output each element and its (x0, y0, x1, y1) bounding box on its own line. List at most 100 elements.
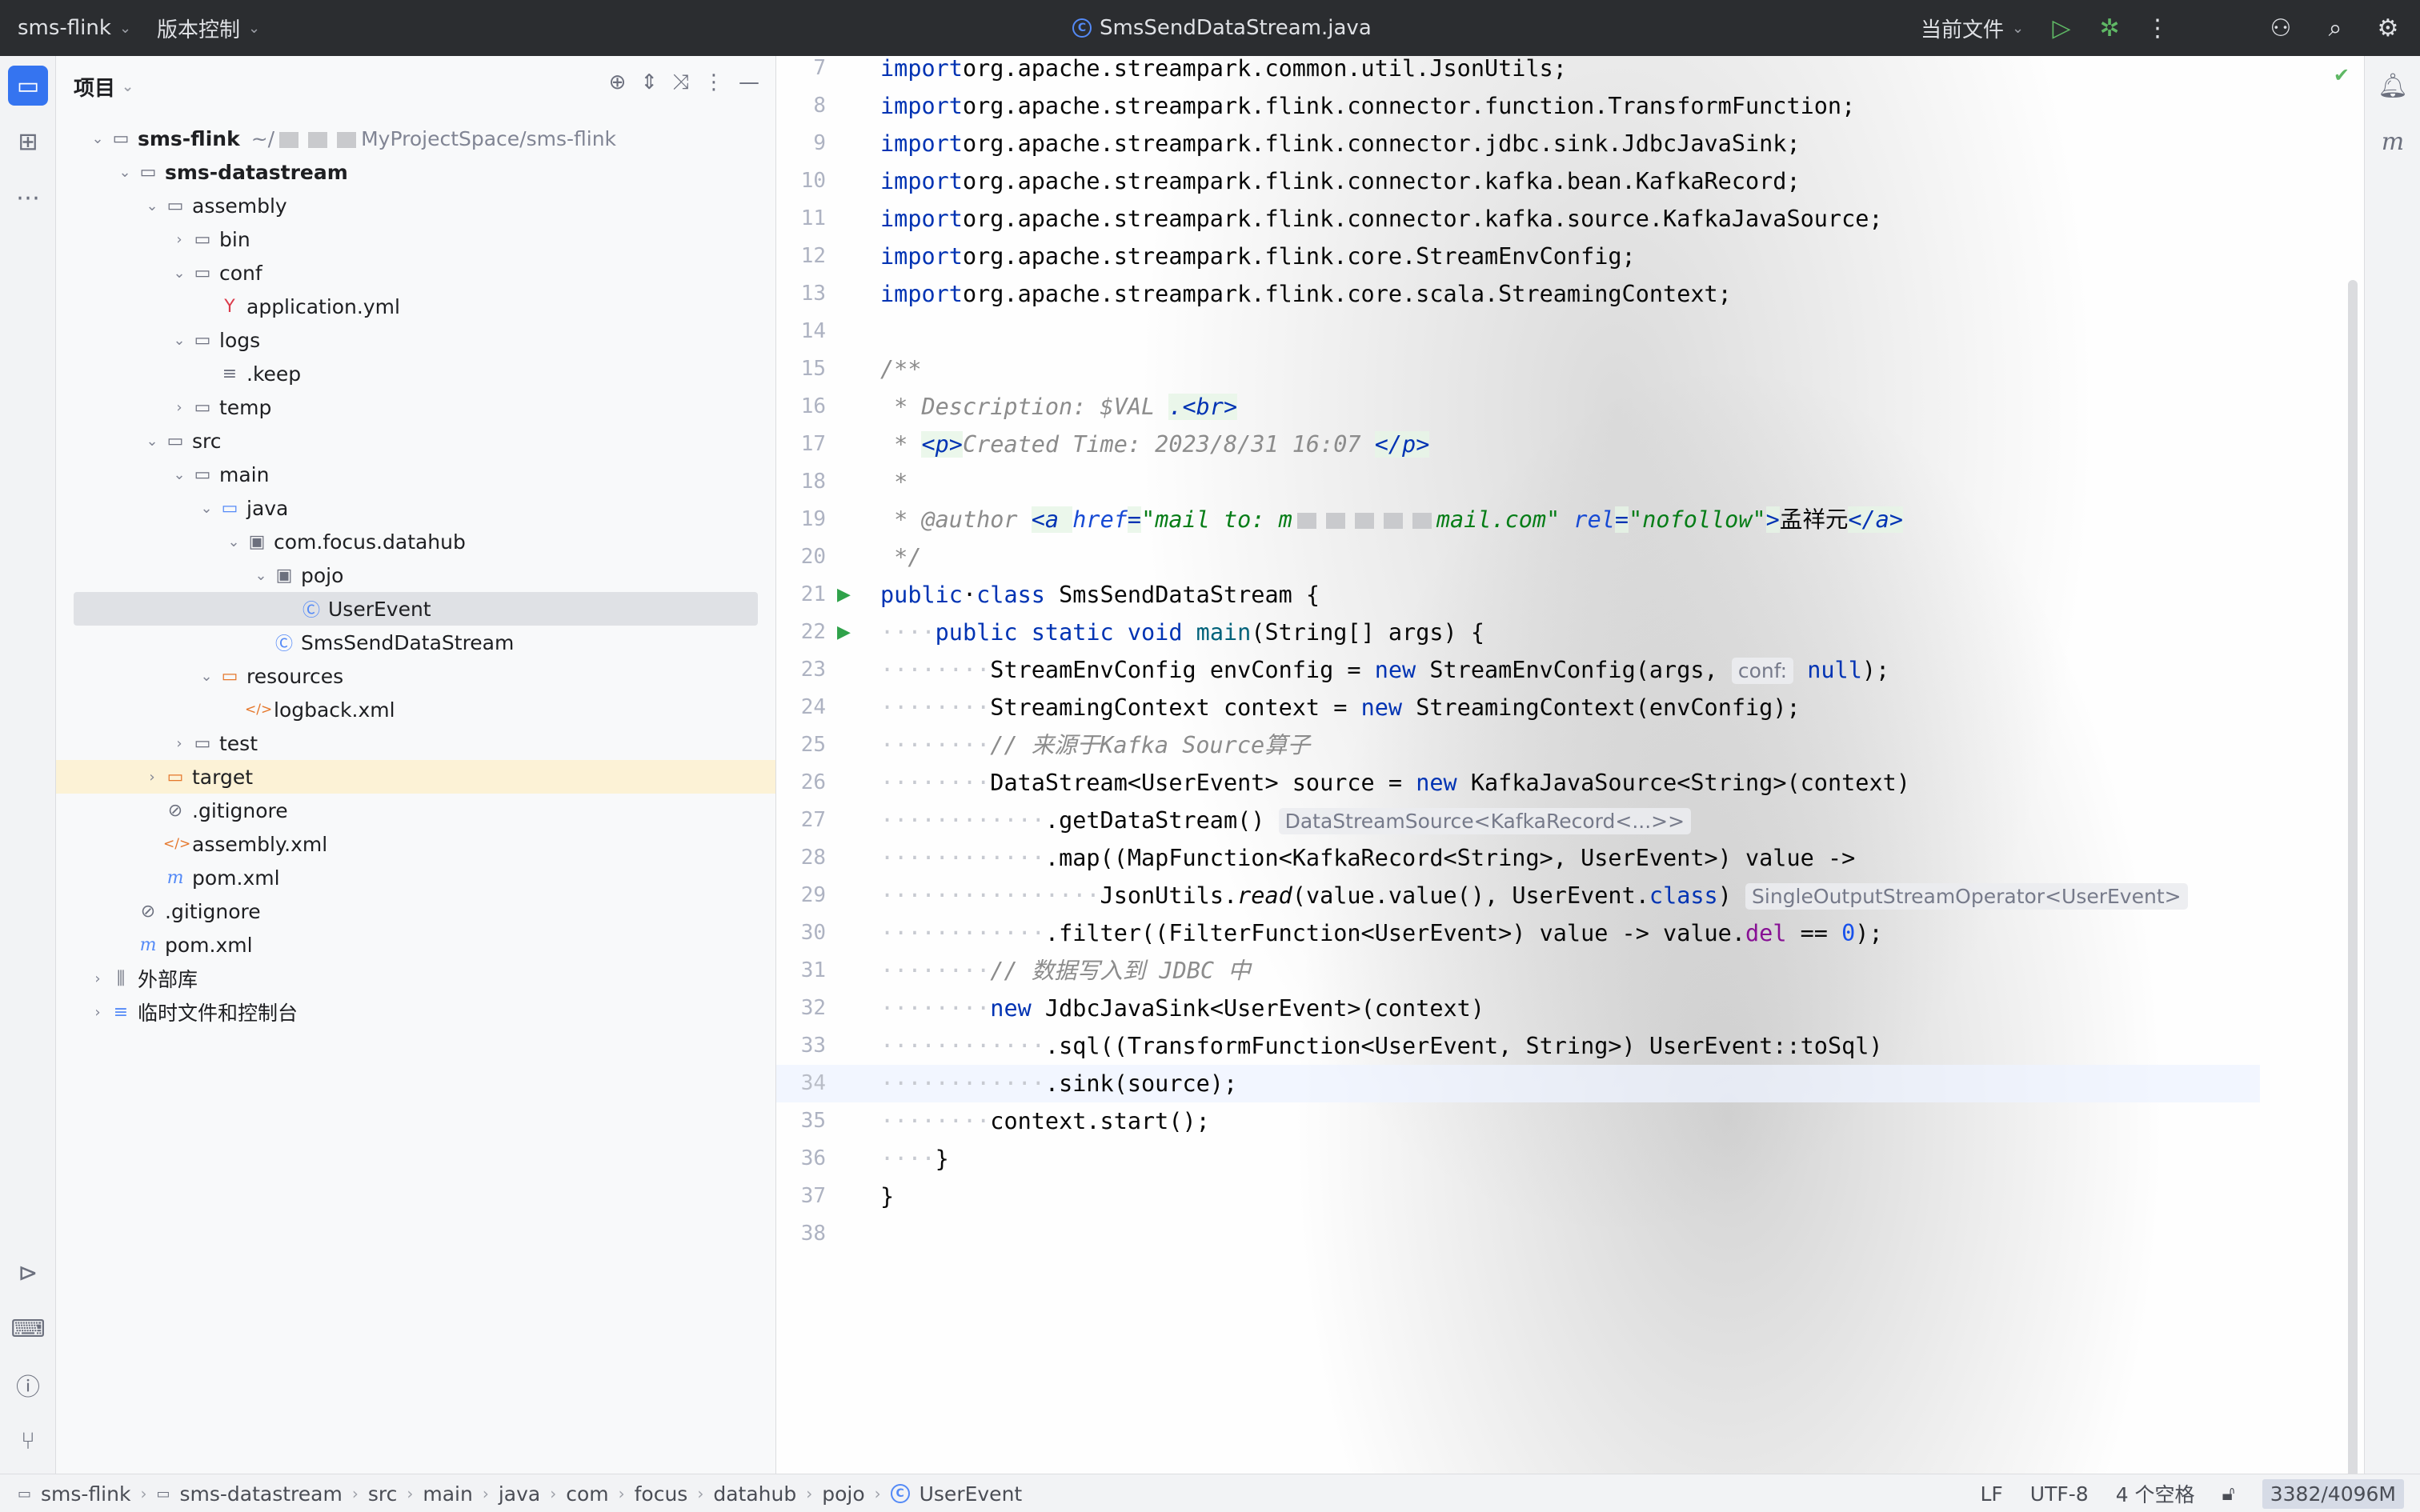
code-line[interactable]: public·class SmsSendDataStream { (880, 576, 1320, 614)
search-icon[interactable]: ⌕ (2321, 14, 2350, 42)
vcs-menu[interactable]: 版本控制 ⌄ (157, 0, 260, 56)
code-line[interactable]: ········new JdbcJavaSink<UserEvent>(cont… (880, 990, 1484, 1027)
breadcrumb-item[interactable]: UserEvent (920, 1482, 1023, 1506)
tree-item[interactable]: m pom.xml (56, 861, 775, 894)
chevron-down-icon[interactable]: ⌄ (141, 198, 163, 214)
run-gutter-icon[interactable]: ▶ (837, 614, 856, 651)
hide-icon[interactable]: — (739, 70, 759, 95)
code-line[interactable]: importorg.apache.streampark.flink.connec… (880, 200, 1883, 238)
code-line[interactable]: /** (880, 350, 921, 388)
line-separator-widget[interactable]: LF (1980, 1482, 2002, 1506)
tree-item[interactable]: › ▭ test (56, 726, 775, 760)
run-config-selector[interactable]: 当前文件 ⌄ (1921, 0, 2024, 56)
tree-item[interactable]: ⌄ ▭ logs (56, 323, 775, 357)
chevron-down-icon[interactable]: ⌄ (168, 265, 190, 282)
add-user-icon[interactable]: ⚇ (2266, 14, 2295, 42)
notifications-icon[interactable]: 🔔︎ (2373, 66, 2413, 106)
indent-widget[interactable]: 4 个空格 (2116, 1479, 2195, 1508)
breadcrumb-item[interactable]: sms-datastream (179, 1482, 342, 1506)
project-switcher[interactable]: sms-flink ⌄ (18, 0, 131, 56)
collapse-all-icon[interactable]: ⤨ (672, 70, 689, 95)
services-icon[interactable]: ⊳ (8, 1253, 48, 1293)
code-line[interactable]: } (880, 1178, 894, 1215)
chevron-down-icon[interactable]: ⌄ (114, 164, 136, 181)
code-line[interactable]: ········StreamEnvConfig envConfig = new … (880, 651, 1889, 689)
readonly-lock-icon[interactable]: 🔓︎ (2222, 1482, 2235, 1506)
tree-item[interactable]: ⌄ ▣ com.focus.datahub (56, 525, 775, 558)
panel-title[interactable]: 项目 ⌄ (74, 72, 134, 102)
code-line[interactable]: * (880, 463, 908, 501)
chevron-right-icon[interactable]: › (86, 1004, 109, 1021)
breadcrumb-item[interactable]: datahub (713, 1482, 796, 1506)
chevron-down-icon[interactable]: ⌄ (86, 130, 109, 147)
git-icon[interactable]: ⑂ (8, 1421, 48, 1461)
breadcrumb-item[interactable]: java (499, 1482, 540, 1506)
code-line[interactable]: importorg.apache.streampark.flink.connec… (880, 87, 1855, 125)
code-line[interactable]: */ (880, 538, 921, 576)
code-area[interactable]: importorg.apache.flink.streaming.api.dat… (776, 56, 2364, 1474)
options-icon[interactable]: ⋮ (703, 70, 724, 95)
tree-item[interactable]: › ≡ 临时文件和控制台 (56, 995, 775, 1029)
code-line[interactable]: ········context.start(); (880, 1102, 1210, 1140)
tree-item[interactable]: ⌄ ▭ src (56, 424, 775, 458)
tree-item[interactable]: › ▭ temp (56, 390, 775, 424)
code-line[interactable]: * <p>Created Time: 2023/8/31 16:07 </p> (880, 426, 1430, 463)
maven-tool-icon[interactable]: m (2373, 122, 2413, 162)
structure-tool-icon[interactable]: ⊞ (8, 122, 48, 162)
code-line[interactable]: ········DataStream<UserEvent> source = n… (880, 764, 1910, 802)
breadcrumb-item[interactable]: com (566, 1482, 608, 1506)
chevron-right-icon[interactable]: › (168, 735, 190, 752)
expand-all-icon[interactable]: ⇕ (640, 70, 658, 95)
tree-item[interactable]: Ⓒ UserEvent (74, 592, 758, 626)
project-tool-icon[interactable]: ▭ (8, 66, 48, 106)
breadcrumb-item[interactable]: pojo (822, 1482, 864, 1506)
tree-item[interactable]: ⌄ ▭ resources (56, 659, 775, 693)
chevron-right-icon[interactable]: › (86, 970, 109, 987)
problems-icon[interactable]: ⓘ (8, 1365, 48, 1405)
code-line[interactable]: ········// 来源于Kafka Source算子 (880, 726, 1310, 764)
code-line[interactable]: ············.map((MapFunction<KafkaRecor… (880, 839, 1855, 877)
chevron-down-icon[interactable]: ⌄ (222, 534, 245, 550)
code-line[interactable]: importorg.apache.streampark.flink.core.s… (880, 275, 1732, 313)
chevron-down-icon[interactable]: ⌄ (168, 332, 190, 349)
chevron-right-icon[interactable]: › (168, 231, 190, 248)
chevron-down-icon[interactable]: ⌄ (141, 433, 163, 450)
tree-item[interactable]: ≡ .keep (56, 357, 775, 390)
editor-scrollbar[interactable] (2348, 280, 2358, 1474)
tree-item[interactable]: ⊘ .gitignore (56, 794, 775, 827)
tree-item[interactable]: Yapplication.yml (56, 290, 775, 323)
tree-item[interactable]: › ▭ bin (56, 222, 775, 256)
tree-item[interactable]: ⌄ ▭ java (56, 491, 775, 525)
debug-icon[interactable]: ✲ (2095, 14, 2124, 42)
tree-item[interactable]: </> logback.xml (56, 693, 775, 726)
tree-item[interactable]: ⌄ ▣ pojo (56, 558, 775, 592)
chevron-down-icon[interactable]: ⌄ (168, 466, 190, 483)
code-line[interactable]: importorg.apache.streampark.common.util.… (880, 56, 1567, 87)
tree-item[interactable]: ⌄ ▭ main (56, 458, 775, 491)
code-line[interactable]: * @author <a href="mail to: m mail.com" r… (880, 501, 1903, 538)
tree-item[interactable]: m pom.xml (56, 928, 775, 962)
more-tools-icon[interactable]: ⋯ (8, 178, 48, 218)
more-icon[interactable]: ⋮ (2143, 14, 2172, 42)
breadcrumb-item[interactable]: main (423, 1482, 472, 1506)
tree-item[interactable]: › ▭ target (56, 760, 775, 794)
code-line[interactable]: ············.filter((FilterFunction<User… (880, 914, 1883, 952)
tree-item[interactable]: ⌄ ▭ sms-datastream (56, 155, 775, 189)
code-line[interactable]: ················JsonUtils.read(value.val… (880, 877, 2188, 914)
breadcrumb-item[interactable]: src (368, 1482, 398, 1506)
code-line[interactable]: importorg.apache.streampark.flink.connec… (880, 125, 1801, 162)
code-line[interactable]: importorg.apache.streampark.flink.connec… (880, 162, 1801, 200)
code-editor[interactable]: 6789101112131415161718192021▶22▶23242526… (776, 56, 2364, 1474)
chevron-down-icon[interactable]: ⌄ (195, 500, 218, 517)
tree-item[interactable]: ⌄ ▭ assembly (56, 189, 775, 222)
tree-item[interactable]: Ⓒ SmsSendDataStream (56, 626, 775, 659)
tree-item[interactable]: ⊘ .gitignore (56, 894, 775, 928)
code-line[interactable]: ····public static void main(String[] arg… (880, 614, 1484, 651)
code-line[interactable]: ····} (880, 1140, 949, 1178)
tree-item[interactable]: ⌄ ▭ sms-flink ~/MyProjectSpace/sms-flink (56, 122, 775, 155)
code-line[interactable]: ········StreamingContext context = new S… (880, 689, 1801, 726)
run-gutter-icon[interactable]: ▶ (837, 576, 856, 614)
tree-item[interactable]: › ⫼ 外部库 (56, 962, 775, 995)
locate-icon[interactable]: ⊕ (609, 70, 627, 95)
terminal-icon[interactable]: ⌨ (8, 1309, 48, 1349)
